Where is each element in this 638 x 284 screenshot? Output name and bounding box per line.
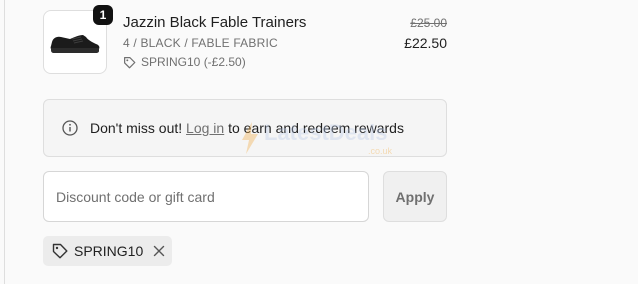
apply-button[interactable]: Apply: [383, 171, 447, 222]
notice-suffix: to earn and redeem rewards: [228, 120, 404, 136]
notice-prefix: Don't miss out!: [90, 120, 183, 136]
panel-divider: [4, 0, 5, 284]
login-link[interactable]: Log in: [186, 120, 224, 136]
close-icon[interactable]: [153, 245, 165, 257]
product-variant: 4 / BLACK / FABLE FABRIC: [123, 36, 278, 50]
tag-icon: [123, 56, 136, 69]
applied-discount-chip: SPRING10: [43, 236, 172, 266]
discount-code-input[interactable]: [43, 171, 369, 222]
info-icon: [62, 120, 78, 136]
tag-icon: [52, 243, 68, 259]
product-discount-text: SPRING10 (-£2.50): [141, 55, 246, 69]
rewards-notice: Don't miss out! Log in to earn and redee…: [43, 99, 447, 157]
price-final: £22.50: [404, 35, 447, 51]
product-name: Jazzin Black Fable Trainers: [123, 14, 307, 31]
quantity-badge: 1: [93, 5, 113, 25]
checkout-order-summary: 1 Jazzin Black Fable Trainers 4 / BLACK …: [0, 0, 638, 284]
product-discount-line: SPRING10 (-£2.50): [123, 54, 246, 70]
applied-code-label: SPRING10: [74, 243, 144, 259]
black-trainer-shoe-icon: [50, 35, 100, 53]
price-original: £25.00: [410, 16, 447, 30]
